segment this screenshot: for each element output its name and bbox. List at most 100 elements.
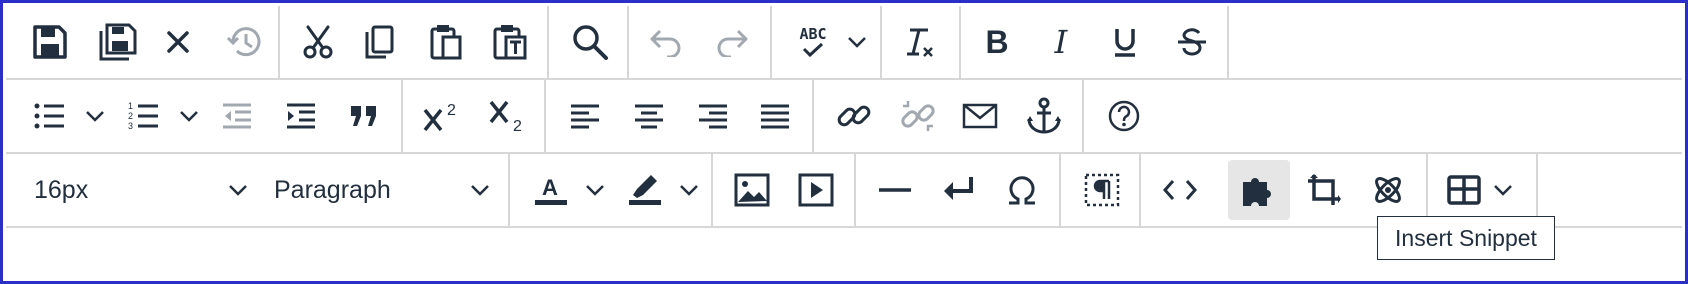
horizontal-rule-button[interactable] <box>868 154 922 226</box>
paste-as-text-icon <box>493 25 527 60</box>
tooltip: Insert Snippet <box>1377 216 1555 260</box>
visual-blocks-icon <box>1084 173 1120 207</box>
highlight-color-icon <box>629 175 661 205</box>
separator <box>770 6 772 78</box>
blockquote-button[interactable] <box>338 80 390 152</box>
font-size-value: 16px <box>34 175 89 204</box>
italic-button[interactable]: I <box>1036 6 1086 78</box>
numbered-list-button[interactable]: 123 <box>122 80 166 152</box>
underline-button[interactable] <box>1100 6 1150 78</box>
bold-button[interactable]: B <box>972 6 1022 78</box>
template-icon <box>1308 174 1341 205</box>
separator <box>959 6 961 78</box>
email-icon <box>962 103 998 129</box>
align-left-button[interactable] <box>560 80 610 152</box>
indent-icon <box>287 103 315 129</box>
anchor-button[interactable] <box>1016 80 1072 152</box>
cut-button[interactable] <box>294 6 342 78</box>
insert-media-button[interactable] <box>788 154 844 226</box>
special-character-icon <box>1009 176 1035 205</box>
align-center-button[interactable] <box>624 80 674 152</box>
separator <box>627 6 629 78</box>
align-right-icon <box>699 104 727 129</box>
spellcheck-menu-button[interactable] <box>842 6 872 78</box>
close-button[interactable] <box>154 6 202 78</box>
bullet-list-icon <box>34 103 64 129</box>
save-all-button[interactable] <box>90 6 146 78</box>
copy-button[interactable] <box>356 6 404 78</box>
svg-text:2: 2 <box>447 102 456 119</box>
cut-icon <box>303 25 333 59</box>
table-icon <box>1447 175 1481 205</box>
undo-icon <box>650 29 681 57</box>
spellcheck-icon <box>802 42 824 58</box>
redo-button[interactable] <box>706 6 758 78</box>
justify-button[interactable] <box>750 80 800 152</box>
separator <box>1059 154 1061 226</box>
email-button[interactable] <box>952 80 1008 152</box>
bullet-list-button[interactable] <box>28 80 72 152</box>
help-icon <box>1108 100 1140 132</box>
paste-button[interactable] <box>422 6 470 78</box>
help-button[interactable] <box>1096 80 1152 152</box>
spellcheck-button[interactable]: ABC <box>786 6 840 78</box>
chevron-down-icon <box>86 111 104 122</box>
line-break-icon <box>944 177 973 200</box>
text-color-button[interactable]: A <box>524 154 578 226</box>
redo-icon <box>717 29 748 57</box>
special-character-button[interactable] <box>994 154 1050 226</box>
svg-text:2: 2 <box>513 118 522 133</box>
copy-icon <box>365 25 394 59</box>
save-button[interactable] <box>22 6 78 78</box>
separator <box>547 6 549 78</box>
subscript-icon: 2 <box>489 100 522 133</box>
save-icon <box>33 25 67 59</box>
save-all-icon <box>99 23 137 61</box>
close-icon <box>167 31 189 53</box>
subscript-button[interactable]: 2 <box>480 80 536 152</box>
unlink-button[interactable] <box>890 80 946 152</box>
text-color-icon: A <box>535 175 567 205</box>
numbered-list-menu-button[interactable] <box>174 80 204 152</box>
text-color-menu-button[interactable] <box>580 154 610 226</box>
insert-template-button[interactable] <box>1296 154 1352 226</box>
link-button[interactable] <box>826 80 882 152</box>
toolbar-row-1: ABC B I <box>6 6 1682 80</box>
chevron-down-icon <box>180 111 198 122</box>
align-center-icon <box>635 104 663 129</box>
image-icon <box>734 173 770 207</box>
strikethrough-button[interactable] <box>1164 6 1220 78</box>
highlight-color-menu-button[interactable] <box>674 154 704 226</box>
paste-icon <box>430 25 462 60</box>
indent-button[interactable] <box>276 80 326 152</box>
source-code-button[interactable] <box>1152 154 1208 226</box>
justify-icon <box>761 104 789 129</box>
highlight-color-button[interactable] <box>618 154 672 226</box>
line-break-button[interactable] <box>932 154 986 226</box>
block-format-select[interactable]: Paragraph <box>262 154 502 226</box>
block-format-value: Paragraph <box>274 175 391 204</box>
chevron-down-icon <box>680 185 698 196</box>
insert-image-button[interactable] <box>724 154 780 226</box>
spellcheck-label: ABC <box>799 25 827 43</box>
align-right-button[interactable] <box>688 80 738 152</box>
paste-as-text-button[interactable] <box>486 6 534 78</box>
chevron-down-icon <box>586 185 604 196</box>
horizontal-rule-icon <box>879 188 911 192</box>
restore-draft-button[interactable] <box>216 6 272 78</box>
outdent-icon <box>223 103 251 129</box>
undo-button[interactable] <box>640 6 692 78</box>
insert-snippet-button[interactable] <box>1228 160 1290 220</box>
separator <box>544 80 546 152</box>
italic-icon: I <box>1054 23 1068 61</box>
bullet-list-menu-button[interactable] <box>80 80 110 152</box>
font-size-select[interactable]: 16px <box>22 154 260 226</box>
separator <box>1082 80 1084 152</box>
visual-blocks-button[interactable] <box>1074 154 1130 226</box>
blockquote-icon <box>351 106 376 126</box>
remove-format-button[interactable] <box>892 6 948 78</box>
search-replace-button[interactable] <box>562 6 618 78</box>
svg-text:3: 3 <box>128 121 133 131</box>
outdent-button[interactable] <box>212 80 262 152</box>
superscript-button[interactable]: 2 <box>414 80 470 152</box>
